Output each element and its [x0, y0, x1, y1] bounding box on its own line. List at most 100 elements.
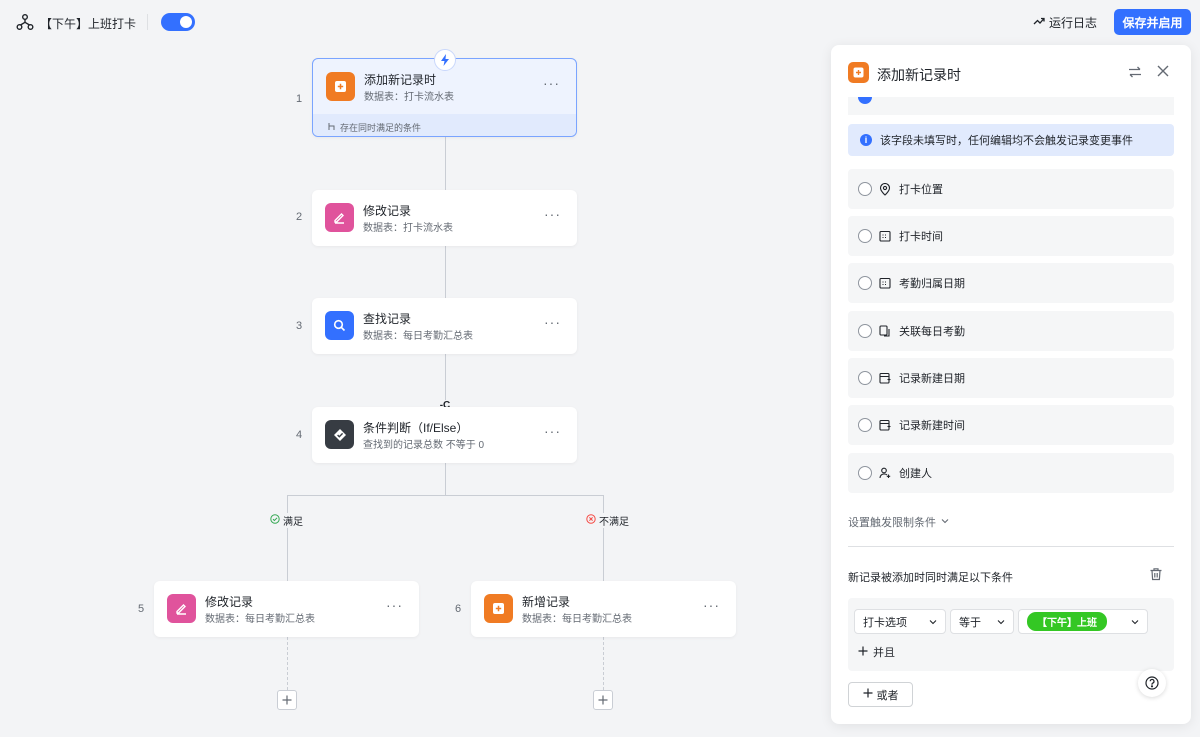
add-step-button[interactable]	[593, 690, 613, 710]
created-date-icon	[878, 371, 892, 385]
add-or-condition-button[interactable]: 或者	[848, 682, 913, 707]
condition-icon	[325, 420, 354, 449]
trigger-limit-label: 设置触发限制条件	[848, 517, 936, 529]
node-title: 修改记录	[205, 595, 254, 609]
radio-button[interactable]	[858, 324, 872, 338]
lightning-icon	[434, 49, 456, 71]
condition-operator-select[interactable]: 等于	[950, 609, 1014, 634]
close-icon[interactable]	[1155, 63, 1171, 82]
field-option[interactable]: 创建人	[848, 453, 1174, 493]
field-option[interactable]: 打卡位置	[848, 169, 1174, 209]
field-label: 记录新建时间	[899, 420, 965, 432]
node-subtitle: 数据表：每日考勤汇总表	[522, 614, 632, 625]
field-label: 打卡时间	[899, 231, 943, 243]
connector-5-add	[287, 637, 288, 690]
edit-icon	[325, 203, 354, 232]
update-record-node[interactable]: 修改记录 数据表：打卡流水表 ···	[312, 190, 577, 246]
condition-field-value: 打卡选项	[863, 616, 907, 629]
node-title: 查找记录	[363, 312, 412, 326]
link-record-icon	[878, 324, 892, 338]
chevron-down-icon	[928, 617, 938, 630]
radio-selected[interactable]	[858, 97, 872, 104]
node-subtitle: 数据表：每日考勤汇总表	[363, 331, 473, 342]
switch-icon[interactable]	[1128, 65, 1142, 82]
connector-4-branch	[445, 462, 446, 495]
node-index: 4	[296, 429, 303, 441]
and-label: 并且	[873, 647, 895, 659]
trigger-limit-toggle[interactable]: 设置触发限制条件	[848, 514, 950, 530]
radio-button[interactable]	[858, 418, 872, 432]
more-icon[interactable]: ···	[544, 314, 561, 330]
run-log-label: 运行日志	[1049, 16, 1098, 30]
radio-button[interactable]	[858, 229, 872, 243]
condition-field-select[interactable]: 打卡选项	[854, 609, 946, 634]
condition-title: 新记录被添加时同时满足以下条件	[848, 572, 1013, 584]
find-record-node[interactable]: 查找记录 数据表：每日考勤汇总表 ···	[312, 298, 577, 354]
radio-button[interactable]	[858, 182, 872, 196]
node-subtitle: 数据表：打卡流水表	[363, 223, 453, 234]
or-label: 或者	[876, 689, 899, 702]
info-text: 该字段未填写时，任何编辑均不会触发记录变更事件	[880, 135, 1133, 147]
node-title: 修改记录	[363, 204, 412, 218]
node-title: 新增记录	[522, 595, 571, 609]
trash-icon[interactable]	[1149, 567, 1163, 584]
radio-button[interactable]	[858, 371, 872, 385]
radio-button[interactable]	[858, 466, 872, 480]
branch-icon	[327, 122, 336, 133]
add-and-condition-button[interactable]: 并且	[858, 644, 895, 660]
more-icon[interactable]: ···	[544, 423, 561, 439]
panel-title: 添加新记录时	[877, 67, 961, 83]
chevron-down-icon	[1130, 617, 1140, 630]
update-record-node[interactable]: 修改记录 数据表：每日考勤汇总表 ···	[154, 581, 419, 637]
created-date-icon	[878, 418, 892, 432]
more-icon[interactable]: ···	[386, 597, 403, 613]
run-log-button[interactable]: 运行日志	[1033, 14, 1097, 31]
branch-line	[287, 495, 604, 496]
node-index: 1	[296, 93, 303, 105]
field-option[interactable]: 记录新建时间	[848, 405, 1174, 445]
connector-branch-yes	[287, 495, 288, 581]
search-icon	[325, 311, 354, 340]
node-index: 2	[296, 211, 303, 223]
plus-icon	[858, 646, 868, 659]
add-record-icon	[484, 594, 513, 623]
save-and-enable-button[interactable]: 保存并启用	[1114, 9, 1191, 35]
field-option[interactable]: 打卡时间	[848, 216, 1174, 256]
node-index: 3	[296, 320, 303, 332]
field-label: 考勤归属日期	[899, 278, 965, 290]
node-title: 添加新记录时	[364, 73, 437, 87]
field-label: 记录新建日期	[899, 373, 965, 385]
add-record-node[interactable]: 新增记录 数据表：每日考勤汇总表 ···	[471, 581, 736, 637]
edit-icon	[167, 594, 196, 623]
condition-value-select[interactable]: 【下午】上班	[1018, 609, 1148, 634]
trigger-config-panel: 添加新记录时 i 该字段未填写时，任何编辑均不会触发记录变更事件 打卡位置 打卡…	[831, 45, 1191, 724]
workflow-icon	[16, 13, 34, 31]
connector-branch-no	[603, 495, 604, 581]
field-option[interactable]: 关联每日考勤	[848, 311, 1174, 351]
help-icon[interactable]	[1138, 669, 1166, 697]
node-subtitle: 数据表：每日考勤汇总表	[205, 614, 315, 625]
condition-value-pill: 【下午】上班	[1027, 612, 1107, 631]
selected-field-row-partial[interactable]	[848, 97, 1174, 115]
field-option[interactable]: 记录新建日期	[848, 358, 1174, 398]
connector-6-add	[603, 637, 604, 690]
plus-icon	[863, 688, 873, 701]
info-icon: i	[860, 134, 872, 146]
field-label: 创建人	[899, 468, 932, 480]
more-icon[interactable]: ···	[543, 75, 560, 91]
node-subtitle: 数据表：打卡流水表	[364, 92, 454, 103]
field-option[interactable]: 考勤归属日期	[848, 263, 1174, 303]
condition-node[interactable]: 条件判断（If/Else） 查找到的记录总数 不等于 0 ···	[312, 407, 577, 463]
branch-no-text: 不满足	[599, 517, 629, 528]
location-icon	[878, 182, 892, 196]
add-step-button[interactable]	[277, 690, 297, 710]
more-icon[interactable]: ···	[544, 206, 561, 222]
flow-title[interactable]: 【下午】上班打卡	[40, 15, 136, 32]
more-icon[interactable]: ···	[703, 597, 720, 613]
condition-operator-value: 等于	[959, 616, 981, 629]
enable-toggle[interactable]	[161, 13, 195, 31]
radio-button[interactable]	[858, 276, 872, 290]
trend-icon	[1033, 15, 1045, 30]
branch-yes-text: 满足	[283, 517, 303, 528]
chevron-down-icon	[940, 516, 950, 529]
